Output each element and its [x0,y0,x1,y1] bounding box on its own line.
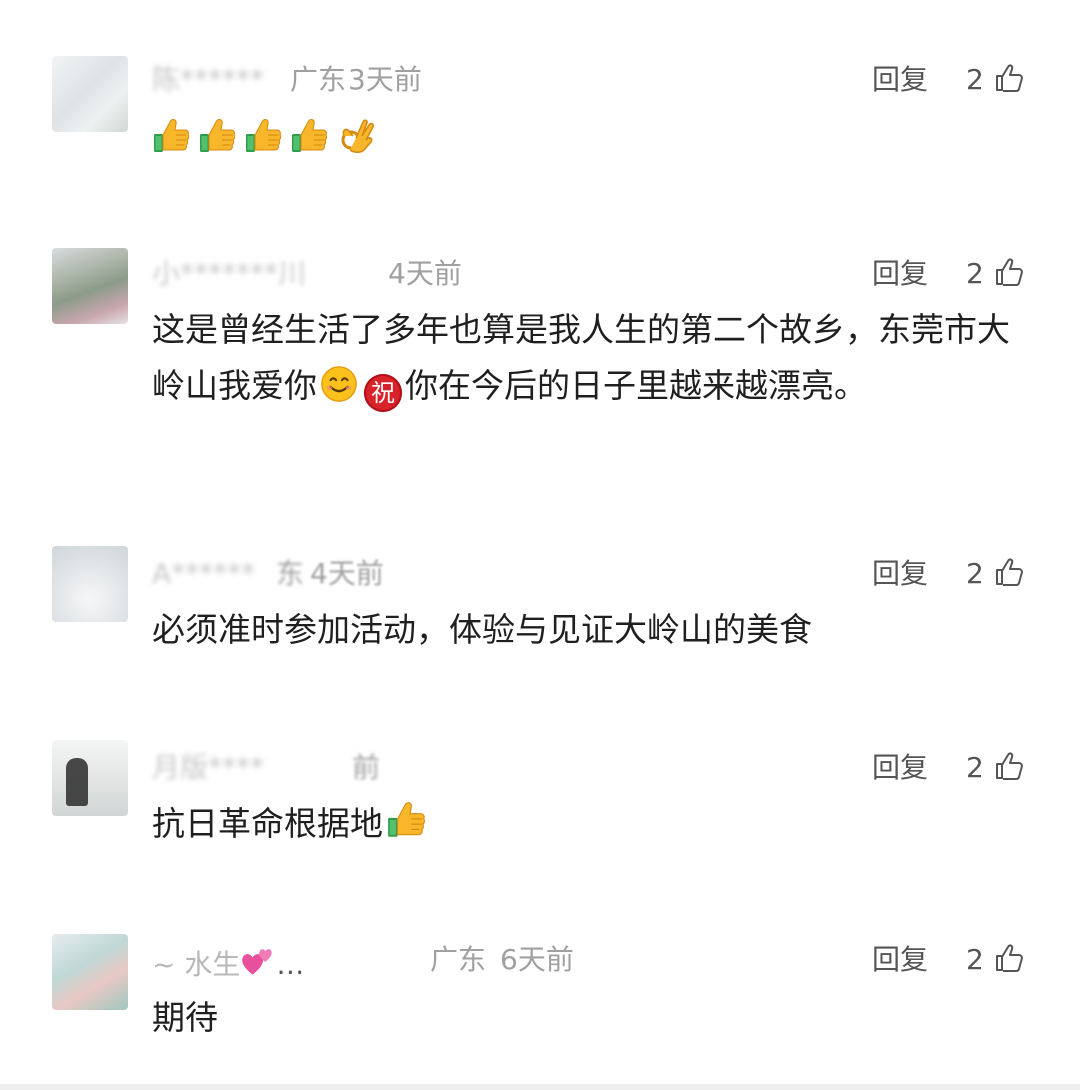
reply-button[interactable]: 回复 [872,946,928,974]
comment-text: 期待 [152,998,218,1037]
like-icon[interactable] [994,256,1026,288]
user-name[interactable]: ~ 水生 … [152,944,304,980]
zhu-icon: 祝 [364,374,402,412]
reply-button[interactable]: 回复 [872,560,928,588]
user-name[interactable]: 月版**** [152,754,264,782]
like-icon[interactable] [994,942,1026,974]
comment-emoji-row [152,116,377,160]
timestamp: 6天前 [500,943,574,976]
location: 东 [276,557,305,590]
reply-button[interactable]: 回复 [872,66,928,94]
reply-button[interactable]: 回复 [872,754,928,782]
user-name-text: ~ 水生 [152,948,241,981]
smile-icon [320,365,358,403]
avatar[interactable] [52,248,128,324]
user-name[interactable]: 陈****** [152,66,264,94]
timestamp: 4天前 [388,257,462,290]
two-hearts-icon [240,944,276,980]
like-count: 2 [966,943,984,976]
like-icon[interactable] [994,556,1026,588]
comment-text-part: 抗日革命根据地 [152,804,383,843]
thumbs-up-icon [198,116,238,156]
bottom-divider [0,1084,1080,1090]
location: 广东 [290,63,347,96]
avatar[interactable] [52,934,128,1010]
user-name[interactable]: 小*******川 [152,260,306,288]
reply-button[interactable]: 回复 [872,260,928,288]
avatar[interactable] [52,740,128,816]
location: 广东 [430,943,487,976]
thumbs-up-icon [244,116,284,156]
like-icon[interactable] [994,62,1026,94]
timestamp: 前 [352,751,381,784]
timestamp: 4天前 [310,557,384,590]
ok-hand-icon [336,116,376,156]
like-count: 2 [966,557,984,590]
like-count: 2 [966,63,984,96]
thumbs-up-icon [290,116,330,156]
comment-text: 必须准时参加活动，体验与见证大岭山的美食 [152,610,812,649]
timestamp: 3天前 [348,63,422,96]
avatar[interactable] [52,546,128,622]
comment-text: 这是曾经生活了多年也算是我人生的第二个故乡，东莞市大岭山我爱你祝你在今后的日子里… [152,302,1022,414]
avatar[interactable] [52,56,128,132]
comment-text: 抗日革命根据地 [152,796,1032,852]
like-count: 2 [966,751,984,784]
user-name[interactable]: A****** [152,560,255,588]
thumbs-up-icon [386,799,428,841]
like-count: 2 [966,257,984,290]
comment-text-part: 你在今后的日子里越来越漂亮。 [405,366,867,405]
zhu-char: 祝 [371,379,395,407]
thumbs-up-icon [152,116,192,156]
like-icon[interactable] [994,750,1026,782]
user-name-ellipsis: … [276,948,305,981]
